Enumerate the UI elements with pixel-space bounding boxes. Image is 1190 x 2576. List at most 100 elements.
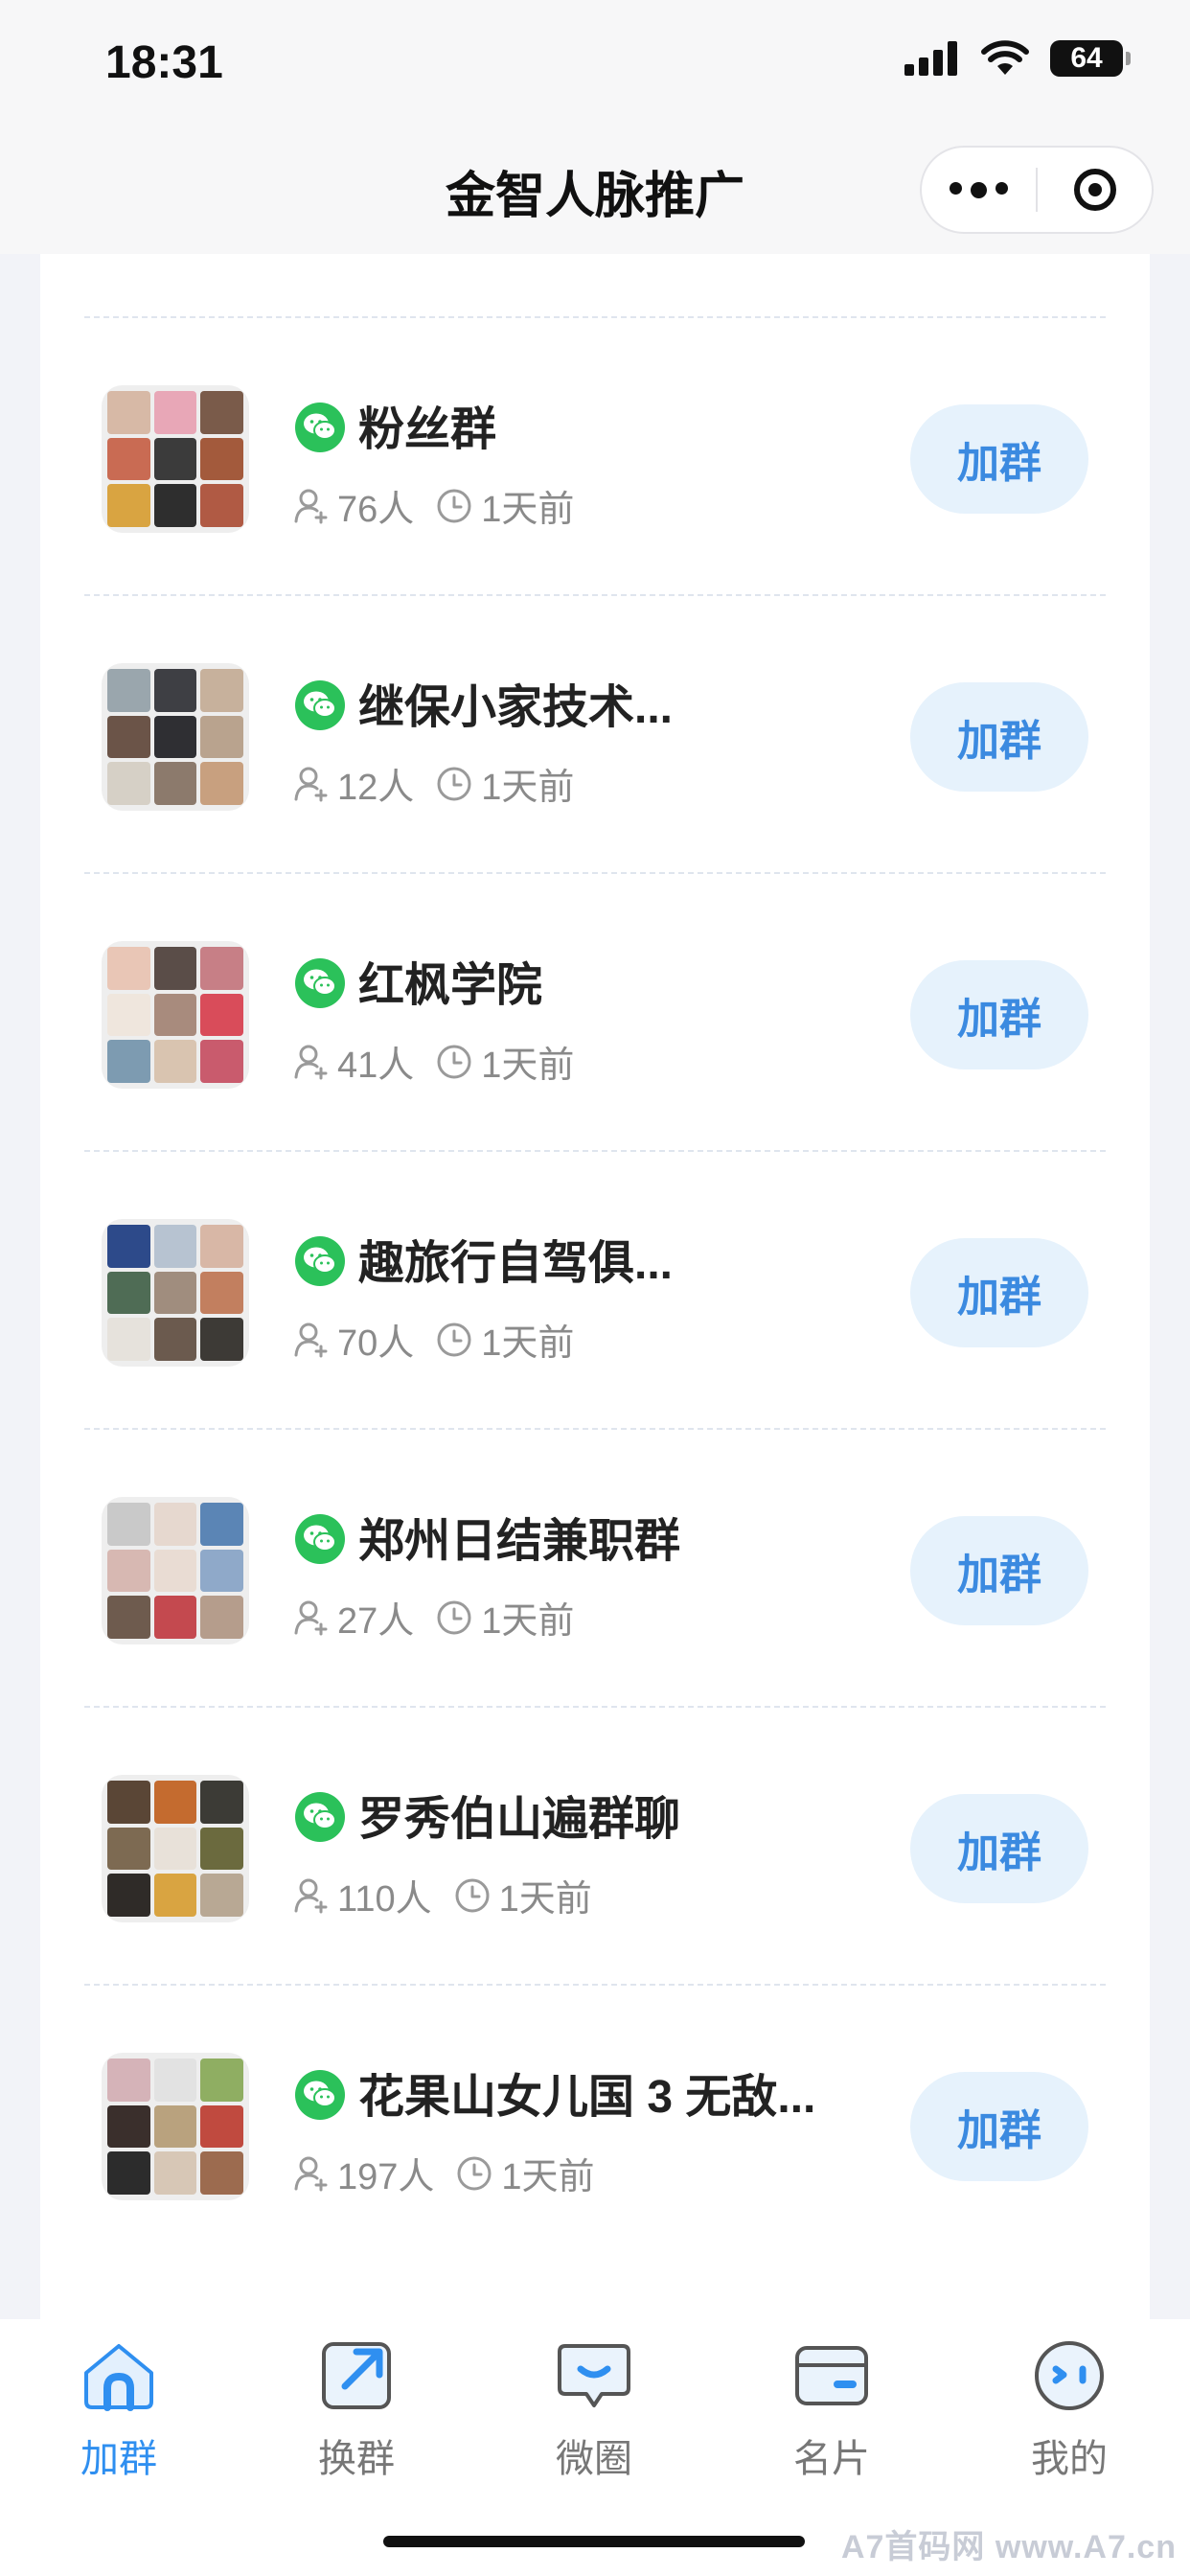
- target-icon: [1073, 169, 1116, 211]
- group-meta: 110人 1天前: [293, 1869, 592, 1921]
- member-count: 41人: [337, 1046, 415, 1086]
- group-avatar: [102, 941, 249, 1089]
- wechat-icon: [295, 680, 345, 730]
- home-indicator: [383, 2536, 805, 2547]
- group-avatar: [102, 2053, 249, 2200]
- nav-bar: 金智人脉推广: [0, 134, 1190, 254]
- members-icon: [294, 767, 328, 801]
- group-meta: 41人 1天前: [293, 1035, 574, 1088]
- wechat-icon: [295, 1236, 345, 1286]
- clock-icon: [437, 1322, 471, 1356]
- chat-icon: [517, 2338, 671, 2418]
- swap-icon: [280, 2338, 433, 2418]
- member-count: 27人: [337, 1601, 415, 1642]
- group-meta: 70人 1天前: [293, 1313, 574, 1366]
- list-item[interactable]: 花果山女儿国 3 无敌... 197人 1天前 加群: [84, 1984, 1106, 2262]
- wechat-icon: [295, 402, 345, 452]
- updated-time: 1天前: [481, 1323, 575, 1364]
- miniprogram-capsule: [920, 146, 1154, 234]
- member-count: 197人: [337, 2157, 435, 2197]
- group-avatar: [102, 1219, 249, 1367]
- tab-card[interactable]: 名片: [755, 2338, 908, 2483]
- group-meta: 76人 1天前: [293, 479, 574, 532]
- group-name: 粉丝群: [358, 404, 497, 455]
- list-item[interactable]: 罗秀伯山遍群聊 110人 1天前 加群: [84, 1706, 1106, 1984]
- status-time: 18:31: [105, 37, 223, 88]
- members-icon: [294, 489, 328, 523]
- group-name: 趣旅行自驾俱...: [358, 1238, 674, 1289]
- group-avatar: [102, 1497, 249, 1644]
- group-name: 继保小家技术...: [358, 682, 674, 733]
- clock-icon: [437, 489, 471, 522]
- wechat-icon: [295, 1792, 345, 1842]
- watermark: A7首码网 www.A7.cn: [840, 2529, 1177, 2565]
- join-group-button[interactable]: 加群: [910, 2072, 1088, 2181]
- profile-icon: [993, 2338, 1146, 2418]
- clock-icon: [437, 1045, 471, 1078]
- close-miniprogram-button[interactable]: [1038, 169, 1152, 211]
- updated-time: 1天前: [498, 1879, 592, 1920]
- tab-label: 微圈: [556, 2438, 632, 2480]
- tab-label: 加群: [80, 2438, 157, 2480]
- wechat-icon: [295, 1514, 345, 1564]
- status-icons: 64: [904, 40, 1131, 77]
- tab-label: 我的: [1031, 2438, 1108, 2480]
- group-name: 花果山女儿国 3 无敌...: [358, 2072, 816, 2123]
- clock-icon: [437, 1600, 471, 1634]
- list-item[interactable]: 继保小家技术... 12人 1天前 加群: [84, 594, 1106, 872]
- clock-icon: [455, 1878, 490, 1912]
- group-list: 粉丝群 76人 1天前 加群 继保小家技术... 12人 1天前 加群 红枫学院 41人 1天前 加群…: [84, 316, 1106, 2262]
- tab-home[interactable]: 加群: [42, 2338, 195, 2483]
- group-meta: 197人 1天前: [293, 2147, 595, 2199]
- group-avatar: [102, 1775, 249, 1922]
- updated-time: 1天前: [501, 2157, 595, 2197]
- join-group-button[interactable]: 加群: [910, 682, 1088, 792]
- group-name: 郑州日结兼职群: [358, 1516, 681, 1567]
- group-meta: 27人 1天前: [293, 1591, 574, 1644]
- members-icon: [294, 1045, 328, 1079]
- tab-profile[interactable]: 我的: [993, 2338, 1146, 2483]
- join-group-button[interactable]: 加群: [910, 960, 1088, 1070]
- list-item[interactable]: 趣旅行自驾俱... 70人 1天前 加群: [84, 1150, 1106, 1428]
- signal-icon: [904, 41, 957, 76]
- group-avatar: [102, 663, 249, 811]
- member-count: 76人: [337, 490, 415, 530]
- group-name: 罗秀伯山遍群聊: [358, 1794, 681, 1845]
- group-meta: 12人 1天前: [293, 757, 574, 810]
- group-avatar: [102, 385, 249, 533]
- status-bar: 18:31 64: [0, 0, 1190, 134]
- card-icon: [755, 2338, 908, 2418]
- join-group-button[interactable]: 加群: [910, 1238, 1088, 1347]
- wechat-icon: [295, 958, 345, 1008]
- group-list-card: 粉丝群 76人 1天前 加群 继保小家技术... 12人 1天前 加群 红枫学院 41人 1天前 加群…: [40, 254, 1150, 2319]
- tab-swap[interactable]: 换群: [280, 2338, 433, 2483]
- wifi-icon: [981, 40, 1029, 75]
- group-name: 红枫学院: [358, 960, 543, 1011]
- list-item[interactable]: 红枫学院 41人 1天前 加群: [84, 872, 1106, 1150]
- updated-time: 1天前: [481, 768, 575, 808]
- battery-indicator: 64: [1050, 40, 1131, 77]
- members-icon: [294, 1322, 328, 1357]
- members-icon: [294, 1878, 328, 1913]
- home-icon: [42, 2338, 195, 2418]
- join-group-button[interactable]: 加群: [910, 1516, 1088, 1625]
- updated-time: 1天前: [481, 1601, 575, 1642]
- join-group-button[interactable]: 加群: [910, 1794, 1088, 1903]
- updated-time: 1天前: [481, 490, 575, 530]
- tab-label: 换群: [318, 2438, 395, 2480]
- clock-icon: [437, 767, 471, 800]
- list-item[interactable]: 郑州日结兼职群 27人 1天前 加群: [84, 1428, 1106, 1706]
- list-item[interactable]: 粉丝群 76人 1天前 加群: [84, 316, 1106, 594]
- member-count: 12人: [337, 768, 415, 808]
- members-icon: [294, 2156, 328, 2191]
- member-count: 70人: [337, 1323, 415, 1364]
- updated-time: 1天前: [481, 1046, 575, 1086]
- clock-icon: [457, 2156, 492, 2190]
- join-group-button[interactable]: 加群: [910, 404, 1088, 514]
- members-icon: [294, 1600, 328, 1635]
- wechat-icon: [295, 2070, 345, 2120]
- member-count: 110人: [337, 1879, 432, 1920]
- more-icon[interactable]: [922, 181, 1036, 198]
- tab-label: 名片: [793, 2438, 870, 2480]
- tab-chat[interactable]: 微圈: [517, 2338, 671, 2483]
